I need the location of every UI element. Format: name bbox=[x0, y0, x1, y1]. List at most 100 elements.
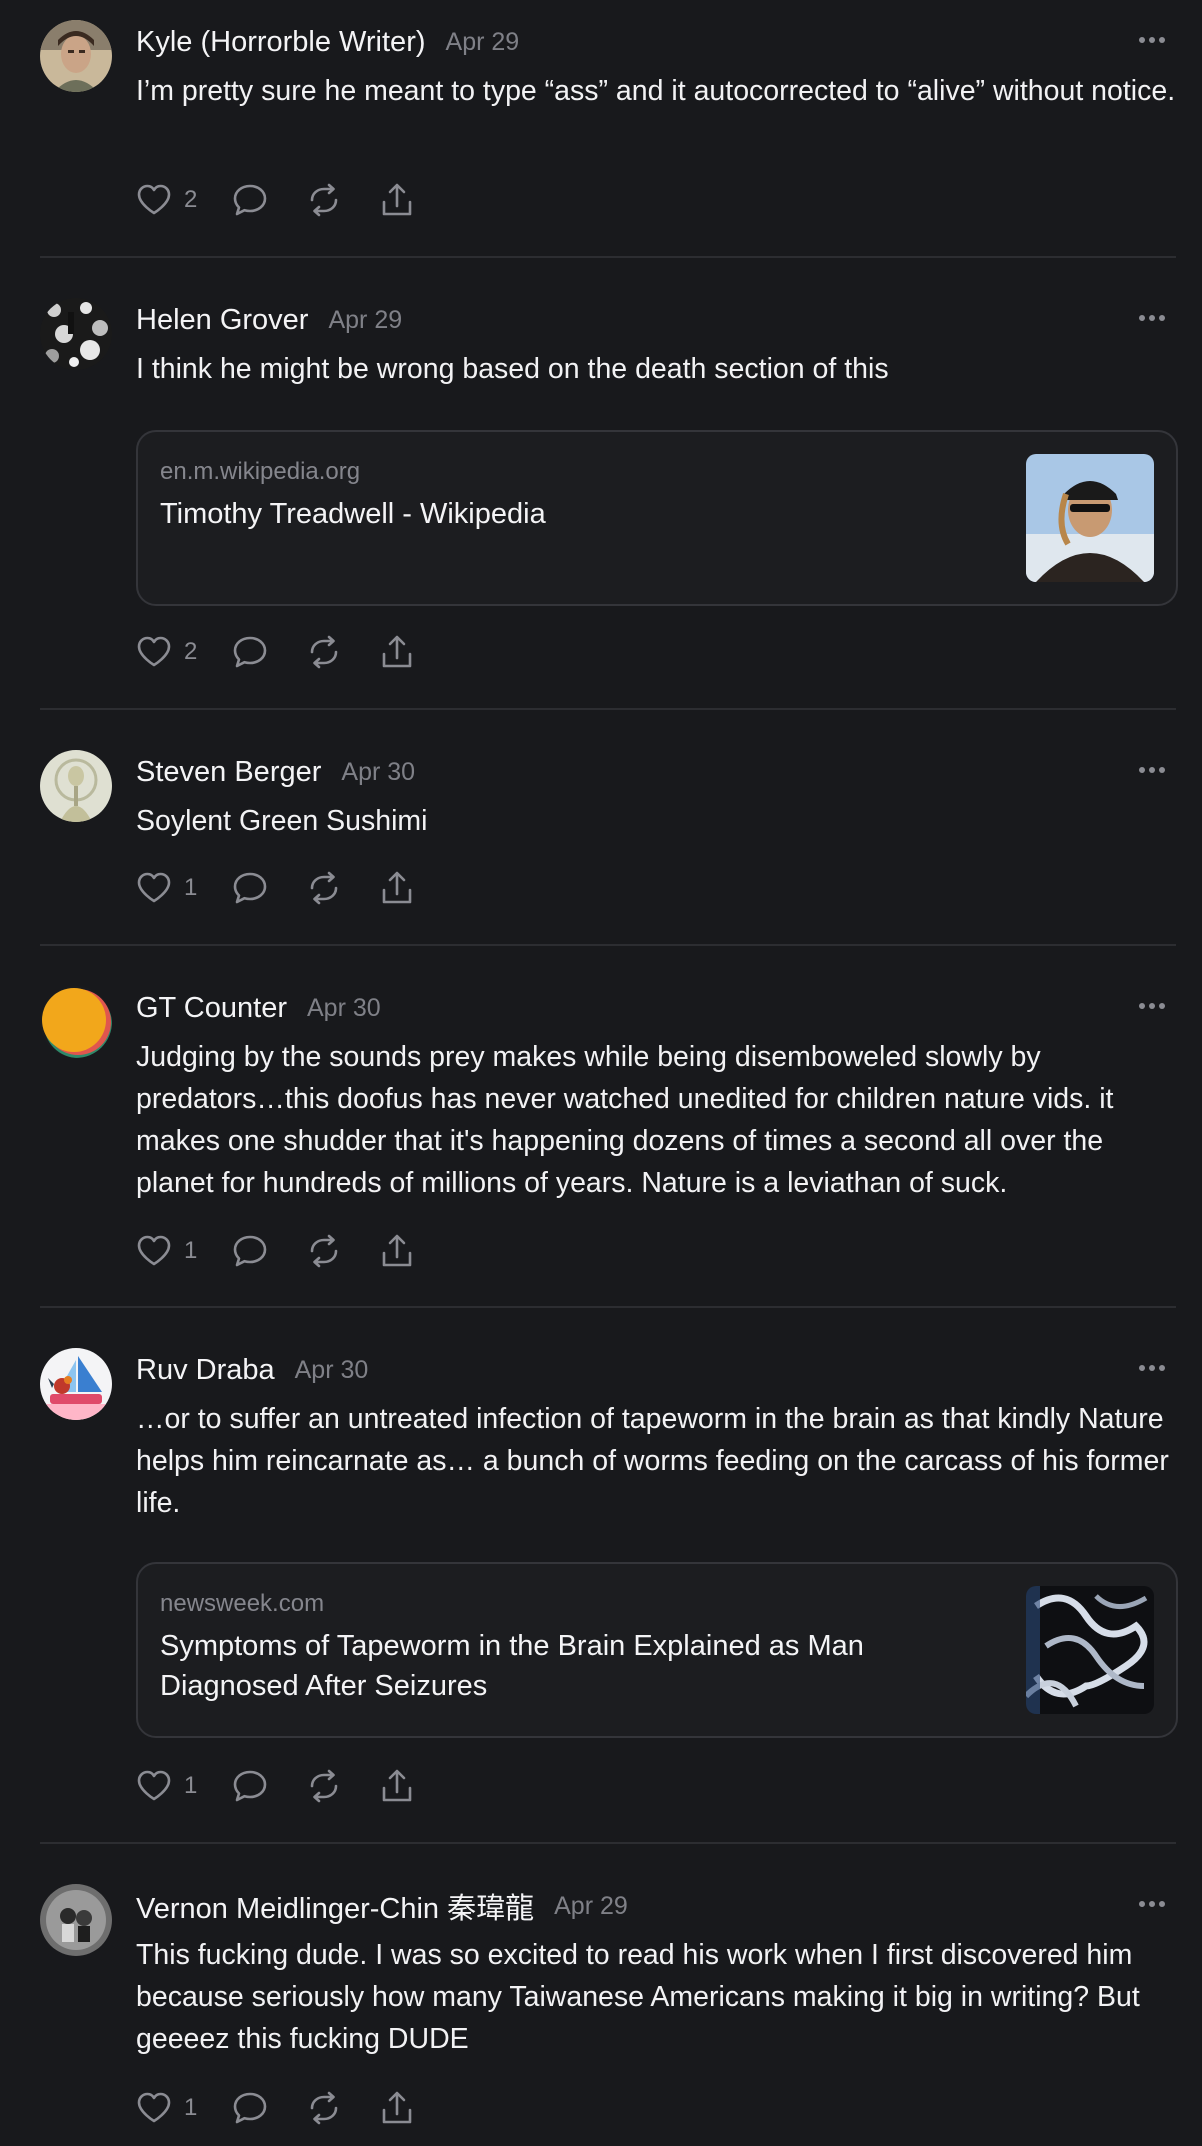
avatar[interactable] bbox=[40, 298, 112, 370]
share-upload-icon bbox=[382, 1769, 412, 1802]
link-thumbnail bbox=[1026, 1586, 1154, 1714]
share-button[interactable] bbox=[380, 1233, 414, 1269]
repost-arrows-icon bbox=[310, 871, 338, 905]
share-button[interactable] bbox=[380, 1768, 414, 1804]
heart-icon bbox=[137, 872, 171, 903]
reply-button[interactable] bbox=[232, 2091, 268, 2125]
link-preview-card[interactable]: newsweek.com Symptoms of Tapeworm in the… bbox=[136, 1562, 1178, 1738]
repost-arrows-icon bbox=[310, 635, 338, 669]
author-name[interactable]: Helen Grover bbox=[136, 304, 308, 337]
more-horizontal-icon bbox=[1139, 767, 1165, 773]
more-options-button[interactable] bbox=[1134, 26, 1170, 54]
author-name[interactable]: GT Counter bbox=[136, 992, 287, 1025]
rooster-boat-avatar-icon bbox=[40, 1348, 112, 1420]
more-horizontal-icon bbox=[1139, 37, 1165, 43]
post-date[interactable]: Apr 29 bbox=[554, 1892, 628, 1921]
comment-bubble-icon bbox=[233, 1235, 267, 1267]
avatar[interactable] bbox=[40, 1884, 112, 1956]
link-title: Timothy Treadwell - Wikipedia bbox=[160, 498, 546, 530]
post-actions: 1 bbox=[136, 2088, 414, 2128]
post-date[interactable]: Apr 29 bbox=[446, 28, 520, 57]
post-actions: 1 bbox=[136, 868, 414, 908]
tapeworm-scan-image-icon bbox=[1026, 1586, 1154, 1714]
heart-icon bbox=[137, 184, 171, 215]
share-button[interactable] bbox=[380, 182, 414, 218]
avatar[interactable] bbox=[40, 20, 112, 92]
share-button[interactable] bbox=[380, 2090, 414, 2126]
repost-arrows-icon bbox=[310, 183, 338, 217]
post-date[interactable]: Apr 30 bbox=[307, 994, 381, 1023]
comment-bubble-icon bbox=[233, 1770, 267, 1802]
post-divider bbox=[40, 256, 1176, 258]
heart-icon bbox=[137, 1770, 171, 1801]
like-button[interactable]: 1 bbox=[136, 2092, 212, 2124]
reply-button[interactable] bbox=[232, 183, 268, 217]
like-count: 1 bbox=[184, 874, 198, 901]
more-options-button[interactable] bbox=[1134, 1890, 1170, 1918]
share-upload-icon bbox=[382, 183, 412, 216]
reply-button[interactable] bbox=[232, 1769, 268, 1803]
share-upload-icon bbox=[382, 1234, 412, 1267]
post-text: This fucking dude. I was so excited to r… bbox=[136, 1939, 1140, 2055]
pale-figure-avatar-icon bbox=[40, 750, 112, 822]
author-name[interactable]: Vernon Meidlinger-Chin 秦瑋龍 bbox=[136, 1885, 534, 1927]
post-date[interactable]: Apr 29 bbox=[328, 306, 402, 335]
share-button[interactable] bbox=[380, 634, 414, 670]
more-options-button[interactable] bbox=[1134, 756, 1170, 784]
repost-button[interactable] bbox=[306, 871, 342, 905]
like-button[interactable]: 1 bbox=[136, 1770, 212, 1802]
more-options-button[interactable] bbox=[1134, 992, 1170, 1020]
post-actions: 1 bbox=[136, 1766, 414, 1806]
share-upload-icon bbox=[382, 2091, 412, 2124]
more-horizontal-icon bbox=[1139, 1003, 1165, 1009]
repost-arrows-icon bbox=[310, 2091, 338, 2125]
repost-arrows-icon bbox=[310, 1769, 338, 1803]
comment-bubble-icon bbox=[233, 184, 267, 216]
avatar[interactable] bbox=[40, 750, 112, 822]
repost-button[interactable] bbox=[306, 183, 342, 217]
like-button[interactable]: 1 bbox=[136, 1235, 212, 1267]
reply-button[interactable] bbox=[232, 871, 268, 905]
post: Kyle (Horrorble Writer) Apr 29 I’m prett… bbox=[40, 20, 1176, 230]
post: Ruv Draba Apr 30 …or to suffer an untrea… bbox=[40, 1348, 1178, 1803]
link-title: Symptoms of Tapeworm in the Brain Explai… bbox=[160, 1630, 864, 1702]
bw-texture-avatar-icon bbox=[40, 298, 112, 370]
like-count: 2 bbox=[184, 186, 198, 213]
person-portrait-icon bbox=[40, 20, 112, 92]
heart-icon bbox=[137, 636, 171, 667]
share-upload-icon bbox=[382, 871, 412, 904]
reply-button[interactable] bbox=[232, 635, 268, 669]
post: Helen Grover Apr 29 I think he might be … bbox=[40, 298, 1178, 678]
more-options-button[interactable] bbox=[1134, 1354, 1170, 1382]
like-button[interactable]: 2 bbox=[136, 184, 212, 216]
couple-photo-avatar-icon bbox=[40, 1884, 112, 1956]
post-text: I think he might be wrong based on the d… bbox=[136, 353, 889, 385]
post-text: Judging by the sounds prey makes while b… bbox=[136, 1041, 1114, 1199]
repost-button[interactable] bbox=[306, 2091, 342, 2125]
more-options-button[interactable] bbox=[1134, 304, 1170, 332]
post: GT Counter Apr 30 Judging by the sounds … bbox=[40, 986, 1176, 1296]
post-divider bbox=[40, 1842, 1176, 1844]
like-count: 1 bbox=[184, 1772, 198, 1799]
avatar[interactable] bbox=[40, 1348, 112, 1420]
reply-button[interactable] bbox=[232, 1234, 268, 1268]
author-name[interactable]: Steven Berger bbox=[136, 756, 321, 789]
link-domain: en.m.wikipedia.org bbox=[160, 458, 361, 485]
post-header: GT Counter Apr 30 bbox=[136, 988, 381, 1028]
post-date[interactable]: Apr 30 bbox=[295, 1356, 369, 1385]
post-text: Soylent Green Sushimi bbox=[136, 805, 428, 837]
comment-bubble-icon bbox=[233, 636, 267, 668]
heart-icon bbox=[137, 2092, 171, 2123]
repost-button[interactable] bbox=[306, 1769, 342, 1803]
share-button[interactable] bbox=[380, 870, 414, 906]
link-preview-card[interactable]: en.m.wikipedia.org Timothy Treadwell - W… bbox=[136, 430, 1178, 606]
post-date[interactable]: Apr 30 bbox=[341, 758, 415, 787]
like-button[interactable]: 1 bbox=[136, 872, 212, 904]
author-name[interactable]: Ruv Draba bbox=[136, 1354, 275, 1387]
repost-button[interactable] bbox=[306, 635, 342, 669]
post-header: Ruv Draba Apr 30 bbox=[136, 1350, 368, 1390]
avatar[interactable] bbox=[40, 986, 112, 1058]
like-button[interactable]: 2 bbox=[136, 636, 212, 668]
author-name[interactable]: Kyle (Horrorble Writer) bbox=[136, 26, 426, 59]
repost-button[interactable] bbox=[306, 1234, 342, 1268]
